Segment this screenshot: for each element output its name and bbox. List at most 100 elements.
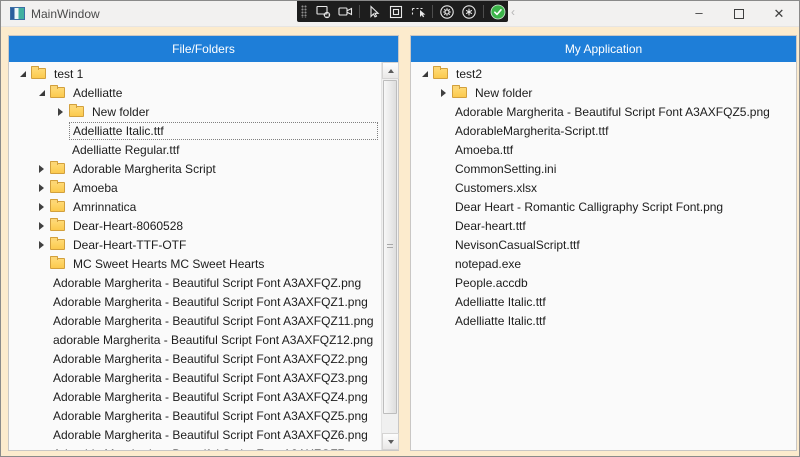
tree-item-file[interactable]: Adelliatte Italic.ttf <box>411 292 796 311</box>
collapse-chevron-icon[interactable]: ‹ <box>511 6 515 18</box>
tree-item-label: Adelliatte Italic.ttf <box>452 294 549 310</box>
tree-item-file[interactable]: CommonSetting.ini <box>411 159 796 178</box>
content-area: File/Folders test 1AdelliatteNew folderA… <box>1 27 799 456</box>
tree-item-label: Adelliatte Regular.ttf <box>69 142 182 158</box>
star-circle-icon[interactable] <box>461 4 477 20</box>
tree-item-folder[interactable]: Dear-Heart-TTF-OTF <box>9 235 381 254</box>
expander-spacer <box>435 121 452 140</box>
tree-item-file[interactable]: Amoeba.ttf <box>411 140 796 159</box>
tree-item-file[interactable]: Adorable Margherita - Beautiful Script F… <box>9 311 381 330</box>
expander-spacer <box>435 311 452 330</box>
folder-icon <box>50 201 65 212</box>
expander-collapsed-icon[interactable] <box>33 197 50 216</box>
gear-circle-icon[interactable] <box>439 4 455 20</box>
close-icon: ✕ <box>774 6 785 22</box>
expander-spacer <box>33 425 50 444</box>
tree-item-file[interactable]: Adorable Margherita - Beautiful Script F… <box>9 406 381 425</box>
tree-item-file[interactable]: adorable Margherita - Beautiful Script F… <box>9 330 381 349</box>
tree-item-label: Adorable Margherita - Beautiful Script F… <box>50 275 364 291</box>
grip-handle[interactable] <box>301 5 307 18</box>
tree-item-folder[interactable]: test2 <box>411 64 796 83</box>
expander-collapsed-icon[interactable] <box>52 102 69 121</box>
tree-item-folder[interactable]: Adelliatte <box>9 83 381 102</box>
tree-item-label: Adorable Margherita - Beautiful Script F… <box>50 408 371 424</box>
tree-item-folder[interactable]: test 1 <box>9 64 381 83</box>
vertical-scrollbar[interactable] <box>381 62 398 450</box>
tree-item-label: Adorable Margherita - Beautiful Script F… <box>50 370 371 386</box>
expander-spacer <box>33 330 50 349</box>
tree-item-label: Adelliatte <box>70 85 125 101</box>
display-record-settings-icon[interactable] <box>315 4 331 20</box>
tree-item-label: adorable Margherita - Beautiful Script F… <box>50 332 376 348</box>
tree-item-label: Adorable Margherita - Beautiful Script F… <box>50 351 371 367</box>
tree-item-file[interactable]: Adorable Margherita - Beautiful Script F… <box>9 292 381 311</box>
tree-item-folder[interactable]: New folder <box>411 83 796 102</box>
tree-item-label: Customers.xlsx <box>452 180 540 196</box>
tree-item-file[interactable]: NevisonCasualScript.ttf <box>411 235 796 254</box>
expander-spacer <box>33 406 50 425</box>
toolbar-separator <box>483 5 484 18</box>
my-application-header: My Application <box>411 36 796 62</box>
tree-item-file[interactable]: Adelliatte Italic.ttf <box>411 311 796 330</box>
tree-item-folder[interactable]: New folder <box>9 102 381 121</box>
tree-item-file[interactable]: Adelliatte Italic.ttf <box>9 121 381 140</box>
tree-item-file[interactable]: Adorable Margherita - Beautiful Script F… <box>9 444 381 450</box>
folder-icon <box>50 258 65 269</box>
expander-collapsed-icon[interactable] <box>33 235 50 254</box>
tree-item-label: People.accdb <box>452 275 531 291</box>
tree-item-file[interactable]: Adelliatte Regular.ttf <box>9 140 381 159</box>
tree-item-file[interactable]: notepad.exe <box>411 254 796 273</box>
tree-item-folder[interactable]: Amoeba <box>9 178 381 197</box>
tree-item-file[interactable]: AdorableMargherita-Script.ttf <box>411 121 796 140</box>
tree-item-file[interactable]: Customers.xlsx <box>411 178 796 197</box>
cursor-icon[interactable] <box>366 4 382 20</box>
expander-spacer <box>435 235 452 254</box>
tree-item-file[interactable]: Dear Heart - Romantic Calligraphy Script… <box>411 197 796 216</box>
folder-icon <box>50 220 65 231</box>
expander-expanded-icon[interactable] <box>416 64 433 83</box>
tree-item-label: Adelliatte Italic.ttf <box>452 313 549 329</box>
folder-icon <box>452 87 467 98</box>
tree-item-folder[interactable]: Adorable Margherita Script <box>9 159 381 178</box>
tree-item-label: test 1 <box>51 66 86 82</box>
tree-item-folder[interactable]: MC Sweet Hearts MC Sweet Hearts <box>9 254 381 273</box>
video-camera-icon[interactable] <box>337 4 353 20</box>
expander-collapsed-icon[interactable] <box>435 83 452 102</box>
expander-collapsed-icon[interactable] <box>33 178 50 197</box>
close-button[interactable]: ✕ <box>759 1 799 27</box>
expander-spacer <box>435 102 452 121</box>
tree-item-file[interactable]: Adorable Margherita - Beautiful Script F… <box>411 102 796 121</box>
tree-item-folder[interactable]: Amrinnatica <box>9 197 381 216</box>
tree-item-label: CommonSetting.ini <box>452 161 559 177</box>
expander-spacer <box>435 197 452 216</box>
tree-item-file[interactable]: Adorable Margherita - Beautiful Script F… <box>9 425 381 444</box>
expander-expanded-icon[interactable] <box>33 83 50 102</box>
scroll-up-button[interactable] <box>382 62 399 79</box>
tree-item-file[interactable]: Adorable Margherita - Beautiful Script F… <box>9 387 381 406</box>
scrollbar-thumb[interactable] <box>383 80 397 414</box>
maximize-button[interactable] <box>719 1 759 27</box>
tree-item-file[interactable]: Adorable Margherita - Beautiful Script F… <box>9 273 381 292</box>
window-select-icon[interactable] <box>388 4 404 20</box>
expander-collapsed-icon[interactable] <box>33 159 50 178</box>
tree-item-label: Dear-Heart-8060528 <box>70 218 186 234</box>
tree-item-file[interactable]: Dear-heart.ttf <box>411 216 796 235</box>
expander-expanded-icon[interactable] <box>14 64 31 83</box>
tree-item-file[interactable]: People.accdb <box>411 273 796 292</box>
expander-collapsed-icon[interactable] <box>33 216 50 235</box>
files-folders-header: File/Folders <box>9 36 398 62</box>
confirm-check-icon[interactable] <box>490 4 506 20</box>
tree-item-label: Adorable Margherita Script <box>70 161 219 177</box>
tree-item-file[interactable]: Adorable Margherita - Beautiful Script F… <box>9 349 381 368</box>
tree-item-label: Amoeba <box>70 180 121 196</box>
tree-item-file[interactable]: Adorable Margherita - Beautiful Script F… <box>9 368 381 387</box>
region-lasso-icon[interactable] <box>410 4 426 20</box>
scroll-down-button[interactable] <box>382 433 399 450</box>
tree-item-folder[interactable]: Dear-Heart-8060528 <box>9 216 381 235</box>
minimize-icon: – <box>695 5 702 20</box>
minimize-button[interactable]: – <box>679 1 719 27</box>
files-folders-panel: File/Folders test 1AdelliatteNew folderA… <box>8 35 399 451</box>
tree-item-label: NevisonCasualScript.ttf <box>452 237 583 253</box>
tree-item-label: New folder <box>472 85 535 101</box>
folder-icon <box>50 163 65 174</box>
